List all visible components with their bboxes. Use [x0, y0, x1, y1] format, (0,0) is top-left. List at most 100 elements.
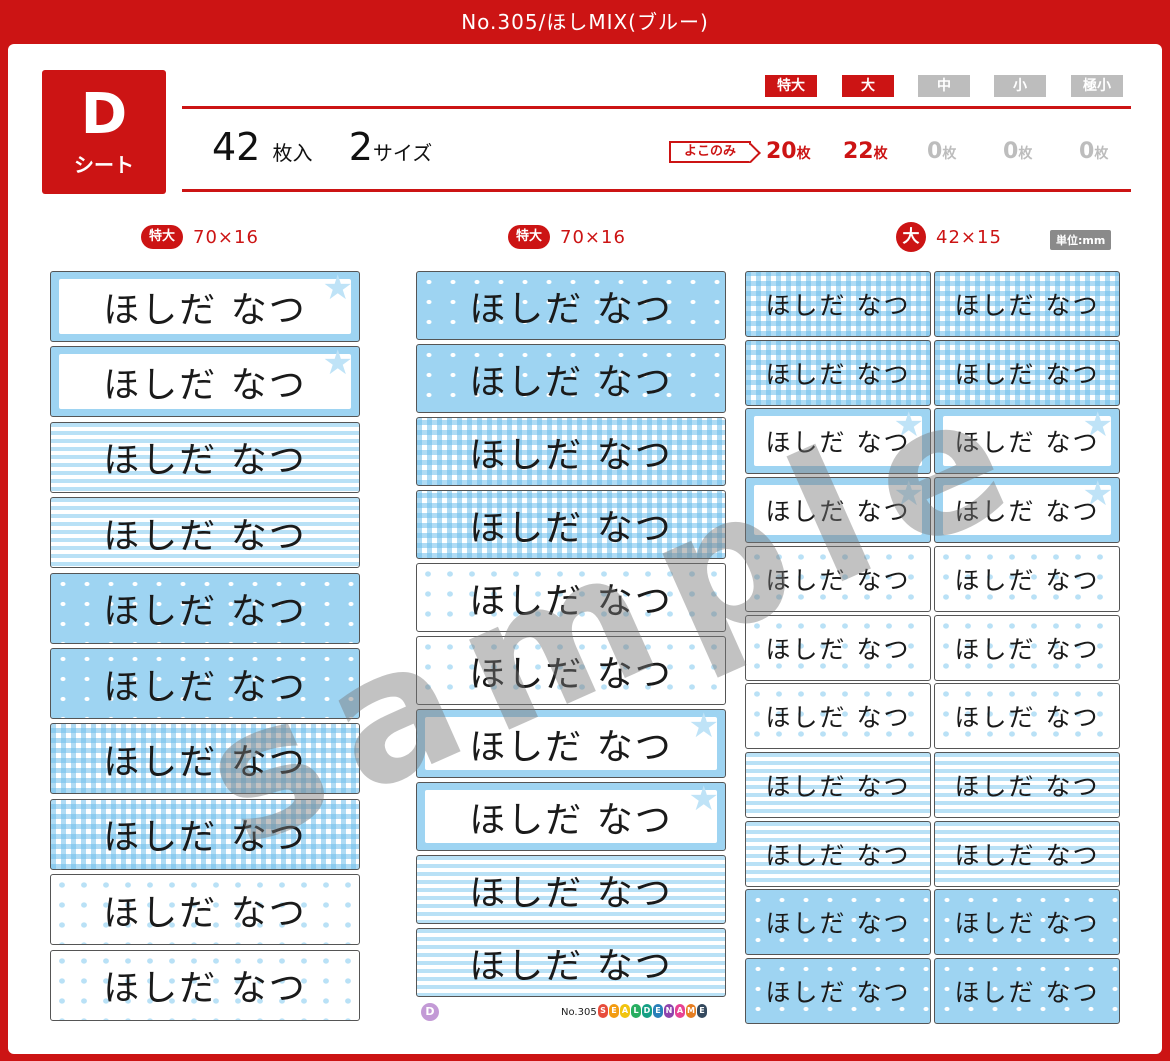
- footer-number: No.305: [561, 1007, 597, 1018]
- qty-value: 22: [843, 139, 874, 164]
- name-label: ほしだ なつ: [416, 709, 726, 778]
- qty-xs: 0枚: [1079, 139, 1108, 164]
- footer-brand-logo: SEALDENAME: [598, 1004, 707, 1018]
- total-count: 42: [212, 125, 261, 169]
- name-label-text: ほしだ なつ: [103, 440, 307, 482]
- qty-value: 0: [1003, 139, 1019, 164]
- name-label-text: ほしだ なつ: [469, 872, 673, 914]
- name-label-text: ほしだ なつ: [765, 359, 911, 389]
- name-label: ほしだ なつ: [50, 572, 360, 644]
- qty-unit: 枚: [1018, 146, 1033, 162]
- size-badge: 特大: [141, 225, 184, 249]
- name-label-text: ほしだ なつ: [103, 515, 307, 557]
- brand-letter: E: [653, 1004, 663, 1018]
- name-label-text: ほしだ なつ: [469, 726, 673, 768]
- sheet-type-box: D シート: [42, 70, 166, 194]
- dimension-label: 70×16: [560, 226, 626, 248]
- brand-letter: E: [609, 1004, 619, 1018]
- name-label-text: ほしだ なつ: [954, 565, 1100, 595]
- name-label: ほしだ なつ: [50, 949, 360, 1021]
- name-label-text: ほしだ なつ: [954, 634, 1100, 664]
- qty-value: 0: [927, 139, 943, 164]
- name-label-text: ほしだ なつ: [103, 364, 307, 406]
- name-label-text: ほしだ なつ: [765, 978, 911, 1007]
- name-label-text: ほしだ なつ: [954, 840, 1100, 870]
- name-label: ほしだ なつ: [745, 958, 931, 1024]
- name-label: ほしだ なつ: [934, 958, 1120, 1024]
- name-label: ほしだ なつ: [934, 339, 1120, 406]
- name-label: ほしだ なつ: [934, 477, 1120, 544]
- name-label-text: ほしだ なつ: [765, 291, 911, 320]
- name-label-text: ほしだ なつ: [103, 892, 307, 934]
- name-label: ほしだ なつ: [50, 497, 360, 569]
- name-label-text: ほしだ なつ: [954, 359, 1100, 389]
- name-label: ほしだ なつ: [416, 271, 726, 340]
- name-label-text: ほしだ なつ: [469, 288, 673, 330]
- name-label: ほしだ なつ: [934, 614, 1120, 681]
- name-label: ほしだ なつ: [416, 636, 726, 705]
- brand-letter: A: [620, 1004, 630, 1018]
- size-tag-l: 大: [842, 75, 894, 97]
- name-label-text: ほしだ なつ: [765, 909, 911, 939]
- name-label-text: ほしだ なつ: [103, 591, 307, 633]
- size-tag-s: 小: [994, 75, 1046, 97]
- name-label: ほしだ なつ: [934, 545, 1120, 612]
- column-header-3: 大 42×15: [896, 222, 1002, 252]
- name-label-text: ほしだ なつ: [103, 817, 307, 859]
- name-label: ほしだ なつ: [934, 271, 1120, 337]
- name-label: ほしだ なつ: [745, 477, 931, 544]
- name-label-text: ほしだ なつ: [469, 580, 673, 622]
- name-label-text: ほしだ なつ: [469, 434, 673, 476]
- name-label-text: ほしだ なつ: [765, 565, 911, 595]
- qty-value: 0: [1079, 139, 1095, 164]
- name-label-text: ほしだ なつ: [469, 507, 673, 549]
- total-unit: 枚入: [272, 141, 313, 165]
- sheet-count: 42 枚入 2サイズ: [212, 125, 432, 169]
- size-tag-xs: 極小: [1071, 75, 1123, 97]
- qty-unit: 枚: [942, 146, 957, 162]
- column-header-1: 特大 70×16: [141, 224, 259, 250]
- name-label-text: ほしだ なつ: [765, 634, 911, 664]
- name-label-text: ほしだ なつ: [954, 428, 1100, 458]
- name-label: ほしだ なつ: [416, 417, 726, 486]
- name-label-text: ほしだ なつ: [469, 799, 673, 841]
- name-label: ほしだ なつ: [745, 751, 931, 818]
- qty-s: 0枚: [1003, 139, 1032, 164]
- name-label: ほしだ なつ: [745, 614, 931, 681]
- sheet-letter: D: [80, 82, 128, 147]
- name-label: ほしだ なつ: [934, 889, 1120, 956]
- brand-letter: L: [631, 1004, 641, 1018]
- name-label: ほしだ なつ: [416, 782, 726, 851]
- dimension-label: 42×15: [936, 226, 1002, 248]
- name-label-text: ほしだ なつ: [765, 771, 911, 801]
- name-label-text: ほしだ なつ: [469, 361, 673, 403]
- brand-letter: D: [642, 1004, 652, 1018]
- yoko-only-tag: よこのみ: [669, 141, 751, 163]
- name-label: ほしだ なつ: [745, 339, 931, 406]
- size-unit: サイズ: [372, 141, 433, 165]
- name-label-text: ほしだ なつ: [954, 703, 1100, 733]
- page-title: No.305/ほしMIX(ブルー): [461, 10, 709, 34]
- name-label-text: ほしだ なつ: [103, 968, 307, 1010]
- name-label-text: ほしだ なつ: [103, 289, 307, 331]
- brand-letter: A: [675, 1004, 685, 1018]
- name-label: ほしだ なつ: [416, 563, 726, 632]
- size-tag-xl: 特大: [765, 75, 817, 97]
- name-label: ほしだ なつ: [50, 421, 360, 493]
- qty-m: 0枚: [927, 139, 956, 164]
- divider-bottom: [182, 189, 1131, 192]
- dimension-label: 70×16: [193, 226, 259, 248]
- name-label: ほしだ なつ: [934, 408, 1120, 475]
- name-label: ほしだ なつ: [416, 855, 726, 924]
- brand-letter: E: [697, 1004, 707, 1018]
- qty-unit: 枚: [873, 146, 888, 162]
- name-label-text: ほしだ なつ: [954, 909, 1100, 939]
- name-label: ほしだ なつ: [416, 344, 726, 413]
- name-label-text: ほしだ なつ: [103, 741, 307, 783]
- name-label-text: ほしだ なつ: [954, 978, 1100, 1007]
- name-label: ほしだ なつ: [50, 271, 360, 342]
- qty-l: 22枚: [843, 139, 888, 164]
- name-label: ほしだ なつ: [50, 648, 360, 719]
- qty-xl: 20枚: [766, 139, 811, 164]
- name-label: ほしだ なつ: [745, 683, 931, 750]
